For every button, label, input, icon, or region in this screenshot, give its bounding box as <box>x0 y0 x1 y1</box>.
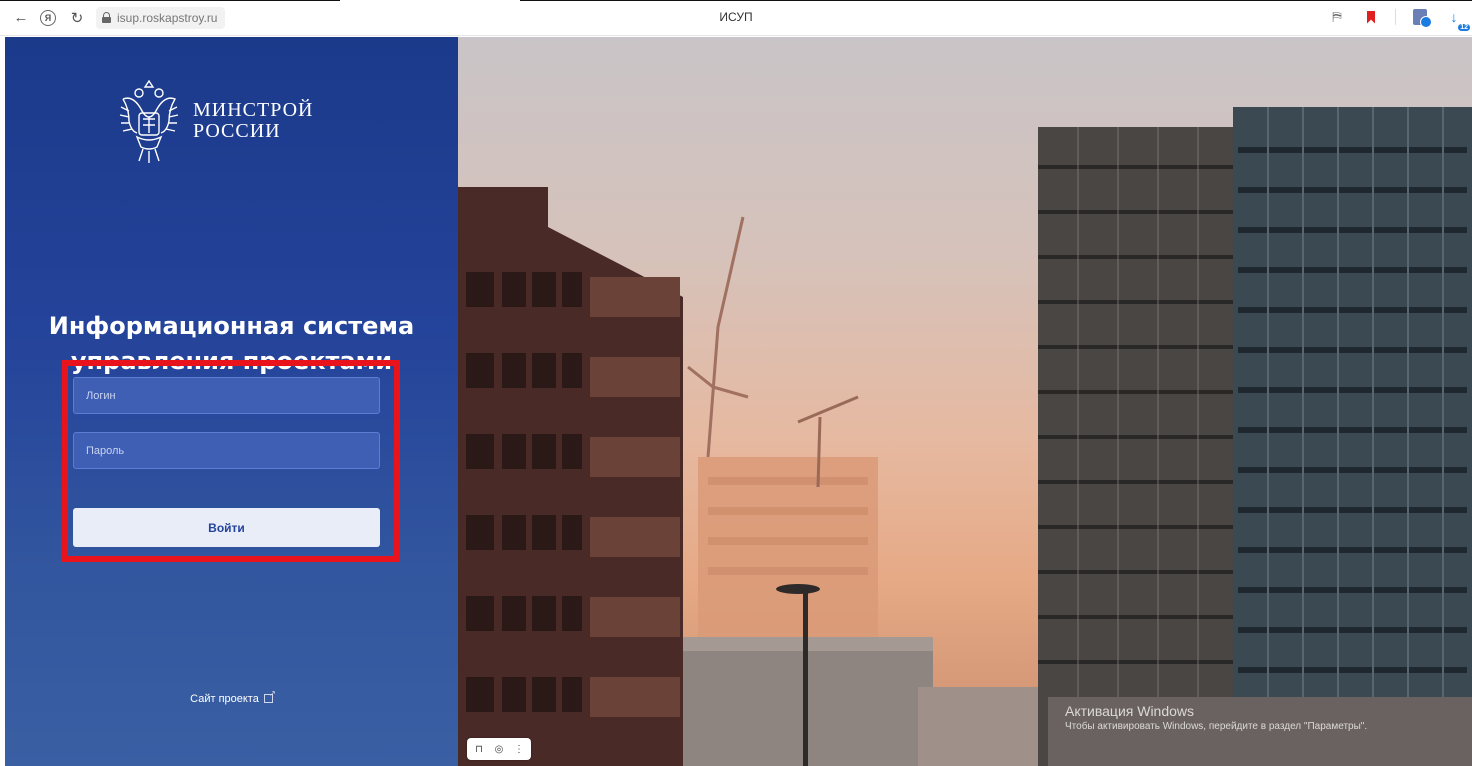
page-title-line1: Информационная система <box>48 312 415 340</box>
top-border-line <box>0 0 340 3</box>
more-icon[interactable]: ⋮ <box>511 741 527 757</box>
password-input[interactable] <box>73 432 380 469</box>
project-site-link-label: Сайт проекта <box>190 693 259 705</box>
external-link-icon <box>263 689 276 703</box>
browser-toolbar: ← Я ↻ isup.roskapstroy.ru ИСУП ⛿ ↓ 12 <box>0 0 1472 36</box>
lock-icon <box>102 12 111 23</box>
screenshot-tool-icon[interactable]: ◎ <box>491 741 507 757</box>
top-border-line <box>520 0 1472 3</box>
background-photo <box>458 37 1472 766</box>
project-site-link[interactable]: Сайт проекта <box>5 689 458 705</box>
windows-activation-watermark: Активация Windows Чтобы активировать Win… <box>1065 703 1367 732</box>
bookmark-tool-icon[interactable]: ⊓ <box>471 741 487 757</box>
watermark-title: Активация Windows <box>1065 703 1195 719</box>
login-input[interactable] <box>73 377 380 414</box>
watermark-subtitle: Чтобы активировать Windows, перейдите в … <box>1065 721 1368 732</box>
image-viewer-toolbar: ⊓ ◎ ⋮ <box>467 738 531 760</box>
reload-icon[interactable]: ↻ <box>66 7 88 29</box>
login-button[interactable]: Войти <box>73 508 380 547</box>
back-arrow-icon[interactable]: ← <box>10 7 32 29</box>
yandex-icon[interactable]: Я <box>40 9 56 26</box>
ministry-name-line2: РОССИИ <box>193 120 281 142</box>
coat-of-arms-icon <box>119 79 179 163</box>
ministry-name: МИНСТРОЙ РОССИИ <box>193 100 313 142</box>
translate-icon[interactable]: ⛿ <box>1327 7 1347 27</box>
toolbar-divider <box>1395 9 1396 25</box>
address-bar[interactable]: isup.roskapstroy.ru <box>96 6 226 29</box>
ministry-name-line1: МИНСТРОЙ <box>193 99 314 121</box>
url-text: isup.roskapstroy.ru <box>117 10 218 25</box>
city-skyline-image <box>458 107 1472 766</box>
extension-icon[interactable] <box>1410 7 1432 28</box>
download-icon[interactable]: ↓ 12 <box>1444 7 1470 31</box>
bookmark-icon[interactable] <box>1361 7 1381 27</box>
ministry-logo: МИНСТРОЙ РОССИИ <box>117 77 313 165</box>
